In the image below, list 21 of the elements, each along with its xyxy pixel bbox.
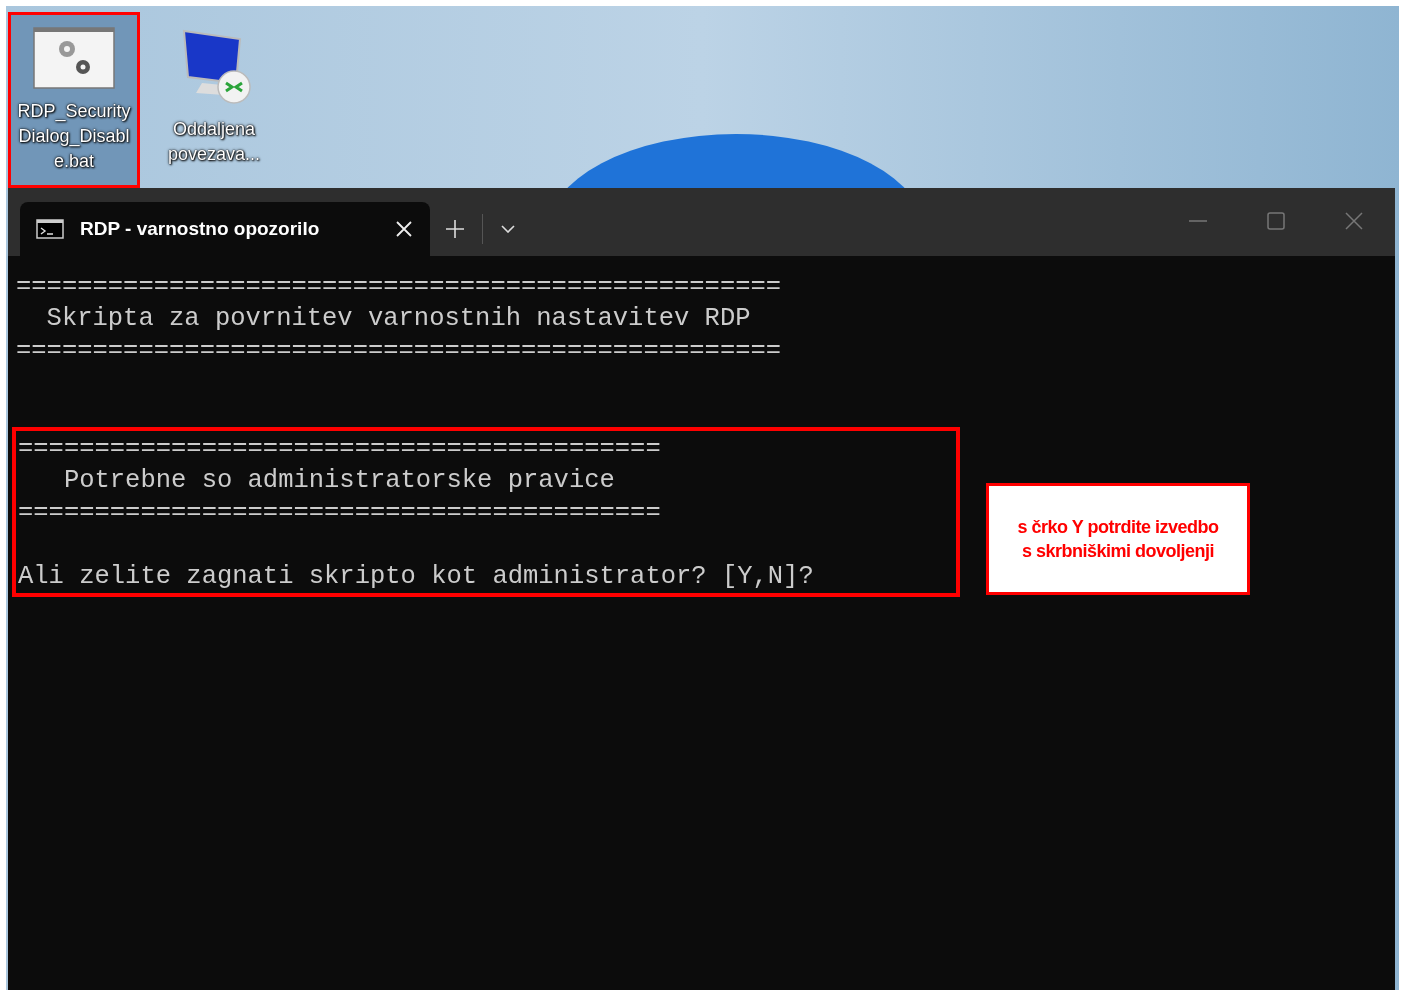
new-tab-icon[interactable] xyxy=(446,220,464,238)
console-line: Potrebne so administratorske pravice xyxy=(62,465,616,497)
close-tab-icon[interactable] xyxy=(396,221,412,237)
desktop-icon[interactable]: RDP_Security Dialog_Disabl e.bat xyxy=(8,12,140,188)
command-prompt-icon xyxy=(36,219,64,239)
callout-text: s črko Y potrdite izvedbo xyxy=(1017,516,1219,539)
console-line: ================================================== xyxy=(16,335,783,367)
desktop-icon[interactable]: Oddaljena povezava... xyxy=(148,12,280,188)
terminal-tab[interactable]: RDP - varnostno opozorilo xyxy=(20,202,430,256)
callout-text: s skrbniškimi dovoljenji xyxy=(1021,540,1215,563)
icon-label: RDP_Security Dialog_Disabl e.bat xyxy=(16,100,132,173)
console-line: ========================================== xyxy=(18,433,662,465)
console-line: Skripta za povrnitev varnostnih nastavitev RDP xyxy=(45,303,752,335)
maximize-icon[interactable] xyxy=(1267,212,1285,230)
dropdown-caret-icon[interactable] xyxy=(501,225,515,233)
close-icon[interactable] xyxy=(1345,212,1363,230)
console-line: ========================================== xyxy=(18,497,662,529)
console-line: Ali zelite zagnati skripto kot administrator? [Y,N]? xyxy=(18,561,815,593)
tab-title: RDP - varnostno opozorilo xyxy=(80,216,321,241)
icon-label: Oddaljena povezava... xyxy=(166,118,262,166)
console-line: ================================================== xyxy=(16,271,783,303)
